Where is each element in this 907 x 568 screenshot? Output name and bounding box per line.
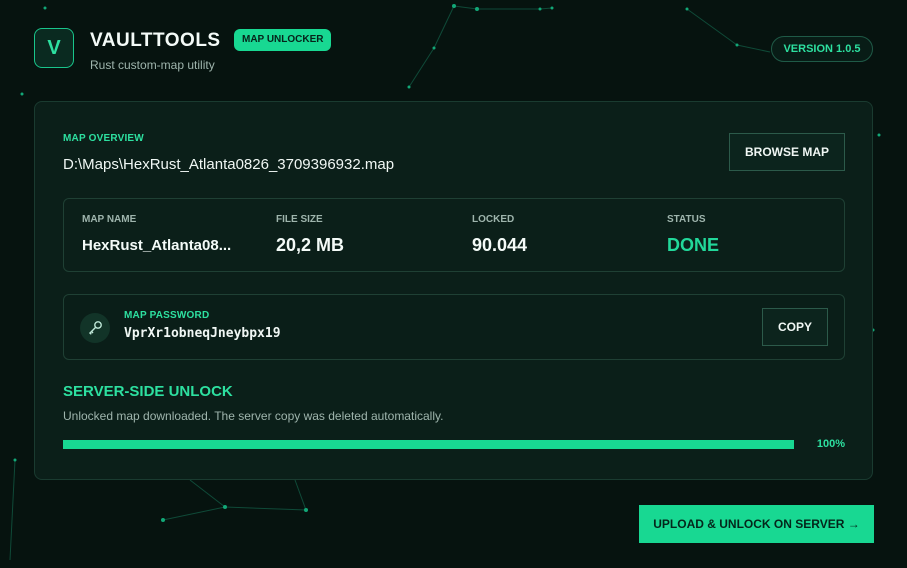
stat-value: HexRust_Atlanta08...: [82, 237, 232, 254]
server-unlock-title: SERVER-SIDE UNLOCK: [63, 383, 233, 400]
unlock-progress-bar: [63, 440, 794, 449]
upload-unlock-button[interactable]: UPLOAD & UNLOCK ON SERVER →: [639, 505, 874, 543]
browse-map-button[interactable]: BROWSE MAP: [729, 133, 845, 171]
stat-label: FILE SIZE: [276, 214, 323, 225]
copy-password-button[interactable]: COPY: [762, 308, 828, 346]
stat-value: 20,2 MB: [276, 235, 345, 255]
map-path: D:\Maps\HexRust_Atlanta0826_3709396932.m…: [63, 156, 395, 173]
stat-label: LOCKED: [472, 214, 515, 225]
map-password-panel: MAP PASSWORD VprXr1obneqJneybpx19 COPY: [63, 294, 845, 360]
app-logo: V: [34, 28, 74, 68]
unlock-progress-fill: [63, 440, 794, 449]
mode-badge: MAP UNLOCKER: [234, 29, 332, 51]
stat-label: MAP NAME: [82, 214, 137, 225]
stat-value: 90.044: [472, 235, 528, 255]
status-value: DONE: [667, 235, 720, 255]
server-unlock-description: Unlocked map downloaded. The server copy…: [63, 409, 444, 423]
stat-label: STATUS: [667, 214, 706, 225]
map-password-label: MAP PASSWORD: [124, 310, 210, 321]
map-password-value: VprXr1obneqJneybpx19: [124, 326, 281, 341]
app-subtitle: Rust custom-map utility: [90, 58, 215, 72]
map-stats-panel: MAP NAME HexRust_Atlanta08... FILE SIZE …: [63, 198, 845, 272]
key-icon: [80, 313, 110, 343]
map-overview-label: MAP OVERVIEW: [63, 133, 144, 144]
version-badge: VERSION 1.0.5: [771, 36, 873, 62]
app-title: VAULTTOOLS: [90, 30, 221, 51]
main-card: MAP OVERVIEW D:\Maps\HexRust_Atlanta0826…: [34, 101, 873, 480]
unlock-progress-percent: 100%: [816, 438, 845, 450]
